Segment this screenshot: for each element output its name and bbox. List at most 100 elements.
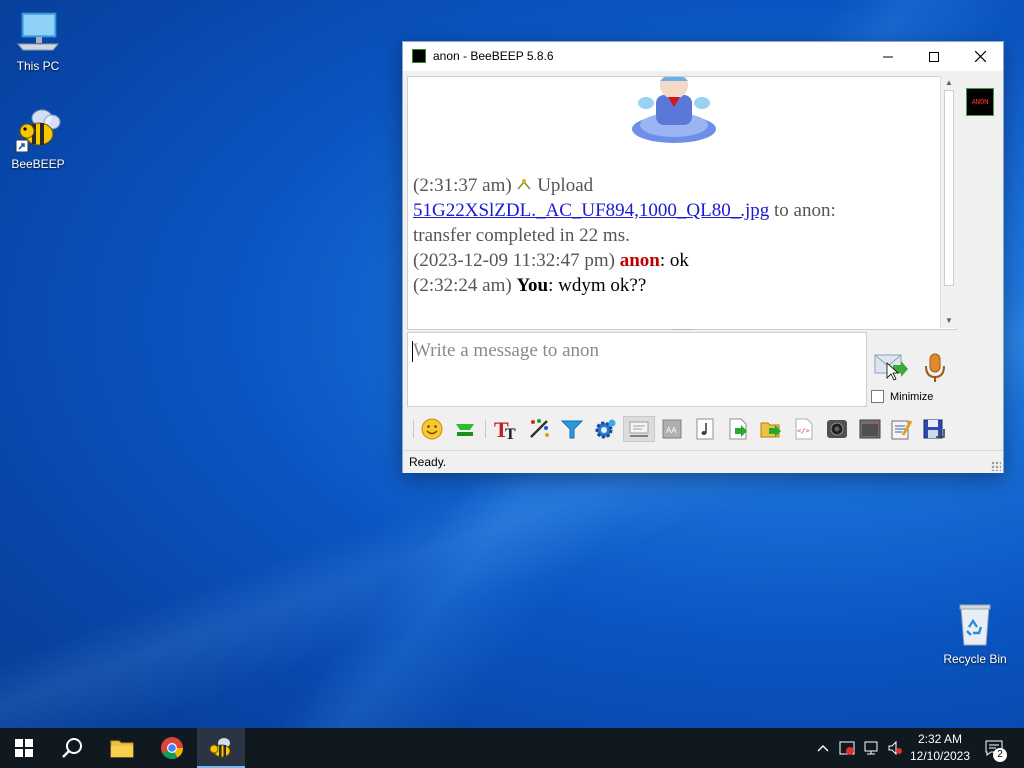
minimize-checkbox[interactable]: Minimize — [871, 390, 933, 403]
color-picker-button[interactable] — [526, 416, 552, 442]
filter-button[interactable] — [559, 416, 585, 442]
settings-button[interactable] — [592, 416, 618, 442]
screenshot-icon — [827, 420, 847, 438]
history-button[interactable] — [857, 416, 883, 442]
status-bar: Ready. — [403, 450, 1003, 473]
title-bar[interactable]: anon - BeeBEEP 5.8.6 — [403, 42, 1003, 71]
desktop-icon-beebeep[interactable]: BeeBEEP — [0, 108, 76, 171]
maximize-button[interactable] — [911, 42, 957, 71]
upload-timestamp: (2:31:37 am) — [413, 175, 512, 196]
chrome-icon — [161, 737, 183, 759]
window-title: anon - BeeBEEP 5.8.6 — [433, 49, 554, 63]
windows-logo-icon — [15, 739, 33, 757]
checkbox-box[interactable] — [871, 390, 884, 403]
filter-icon — [560, 420, 584, 439]
bee-icon — [209, 738, 231, 758]
color-picker-icon — [530, 419, 549, 438]
chat-message: (2:32:24 am) You: wdym ok?? — [413, 273, 933, 298]
search-button[interactable] — [48, 728, 96, 768]
beebeep-window[interactable]: anon - BeeBEEP 5.8.6 (2:31:37 am) Upload… — [402, 41, 1004, 473]
emoticons-button[interactable] — [419, 416, 445, 442]
emoticons-icon — [421, 418, 443, 440]
desktop-icon-this-pc[interactable]: This PC — [0, 10, 76, 73]
status-text: Ready. — [409, 455, 447, 469]
font-size-button[interactable]: AA — [659, 416, 685, 442]
compact-view-button[interactable] — [623, 416, 655, 442]
highlight-button[interactable] — [452, 416, 478, 442]
desktop-icon-label: This PC — [16, 59, 60, 73]
chat-history[interactable]: (2:31:37 am) Upload 51G22XSlZDL._AC_UF89… — [407, 76, 957, 330]
chat-message: (2023-12-09 11:32:47 pm) anon: ok — [413, 248, 933, 273]
taskbar-chrome[interactable] — [148, 728, 196, 768]
message-sender: You — [516, 275, 549, 296]
scroll-down-arrow[interactable]: ▼ — [941, 314, 957, 328]
music-button[interactable] — [692, 416, 718, 442]
clear-chat-button[interactable] — [921, 416, 947, 442]
send-folder-icon — [760, 422, 781, 438]
close-button[interactable] — [957, 42, 1003, 71]
chat-scrollbar[interactable]: ▲ ▼ — [940, 76, 957, 328]
minimize-icon — [883, 56, 893, 57]
html-code-icon: </> — [795, 418, 813, 440]
voice-message-button[interactable] — [921, 352, 949, 384]
start-button[interactable] — [0, 728, 48, 768]
taskbar-beebeep[interactable] — [197, 728, 245, 768]
scroll-up-arrow[interactable]: ▲ — [941, 76, 957, 90]
desktop-icon-label: Recycle Bin — [943, 652, 1007, 666]
screenshot-button[interactable] — [824, 416, 850, 442]
message-text: : wdym ok?? — [548, 275, 647, 296]
send-folder-button[interactable] — [758, 416, 784, 442]
resize-grip[interactable] — [991, 461, 1001, 471]
upload-message: (2:31:37 am) Upload 51G22XSlZDL._AC_UF89… — [413, 173, 933, 248]
security-icon — [839, 741, 855, 755]
user-panel — [960, 76, 1002, 410]
app-icon — [412, 49, 426, 63]
close-icon — [974, 51, 986, 62]
user-avatar[interactable]: ANON — [966, 88, 994, 116]
send-file-icon — [729, 418, 747, 440]
clock-time: 2:32 AM — [917, 732, 963, 746]
taskbar-file-explorer[interactable] — [98, 728, 146, 768]
music-icon — [696, 418, 714, 440]
font-icon: TT — [494, 417, 516, 441]
toolbar-separator — [413, 420, 414, 438]
send-icon — [874, 354, 908, 381]
microphone-icon — [925, 353, 945, 382]
maximize-icon — [929, 51, 939, 62]
notification-count-badge: 2 — [993, 748, 1007, 762]
bee-icon — [15, 109, 61, 153]
send-file-button[interactable] — [725, 416, 751, 442]
taskbar-clock[interactable]: 2:32 AM 12/10/2023 — [900, 731, 980, 765]
message-text: : ok — [659, 250, 689, 271]
history-icon — [859, 419, 881, 439]
minimize-button[interactable] — [865, 42, 911, 71]
tray-security-icon-button[interactable] — [836, 728, 858, 768]
upload-result: transfer completed in 22 ms. — [413, 225, 630, 246]
svg-text:AA: AA — [666, 426, 677, 435]
taskbar: 2:32 AM 12/10/2023 — [0, 728, 1024, 768]
file-link[interactable]: 51G22XSlZDL._AC_UF894,1000_QL80_.jpg — [413, 200, 769, 221]
scrollbar-thumb[interactable] — [944, 90, 954, 286]
save-chat-button[interactable] — [888, 416, 914, 442]
recycle-bin-icon — [959, 604, 991, 646]
chat-messages: (2:31:37 am) Upload 51G22XSlZDL._AC_UF89… — [413, 173, 933, 298]
show-hidden-icons-button[interactable] — [812, 728, 834, 768]
message-input[interactable]: Write a message to anon — [407, 332, 867, 407]
tray-network-button[interactable] — [860, 728, 882, 768]
toolbar-separator — [485, 420, 486, 438]
upload-icon — [517, 179, 532, 190]
network-icon — [864, 741, 878, 755]
html-code-button[interactable]: </> — [791, 416, 817, 442]
save-chat-icon — [891, 420, 913, 440]
chat-toolbar: TT AA </> — [407, 412, 1001, 446]
send-button[interactable] — [873, 351, 909, 381]
folder-icon — [110, 740, 134, 758]
highlight-icon — [456, 424, 474, 436]
upload-label: Upload — [537, 175, 594, 196]
upload-recipient: to anon: — [774, 200, 836, 221]
font-size-icon: AA — [662, 419, 682, 439]
font-button[interactable]: TT — [493, 416, 519, 442]
desktop-icon-recycle-bin[interactable]: Recycle Bin — [937, 603, 1013, 666]
search-icon — [62, 738, 82, 758]
desktop-icon-label: BeeBEEP — [11, 157, 65, 171]
